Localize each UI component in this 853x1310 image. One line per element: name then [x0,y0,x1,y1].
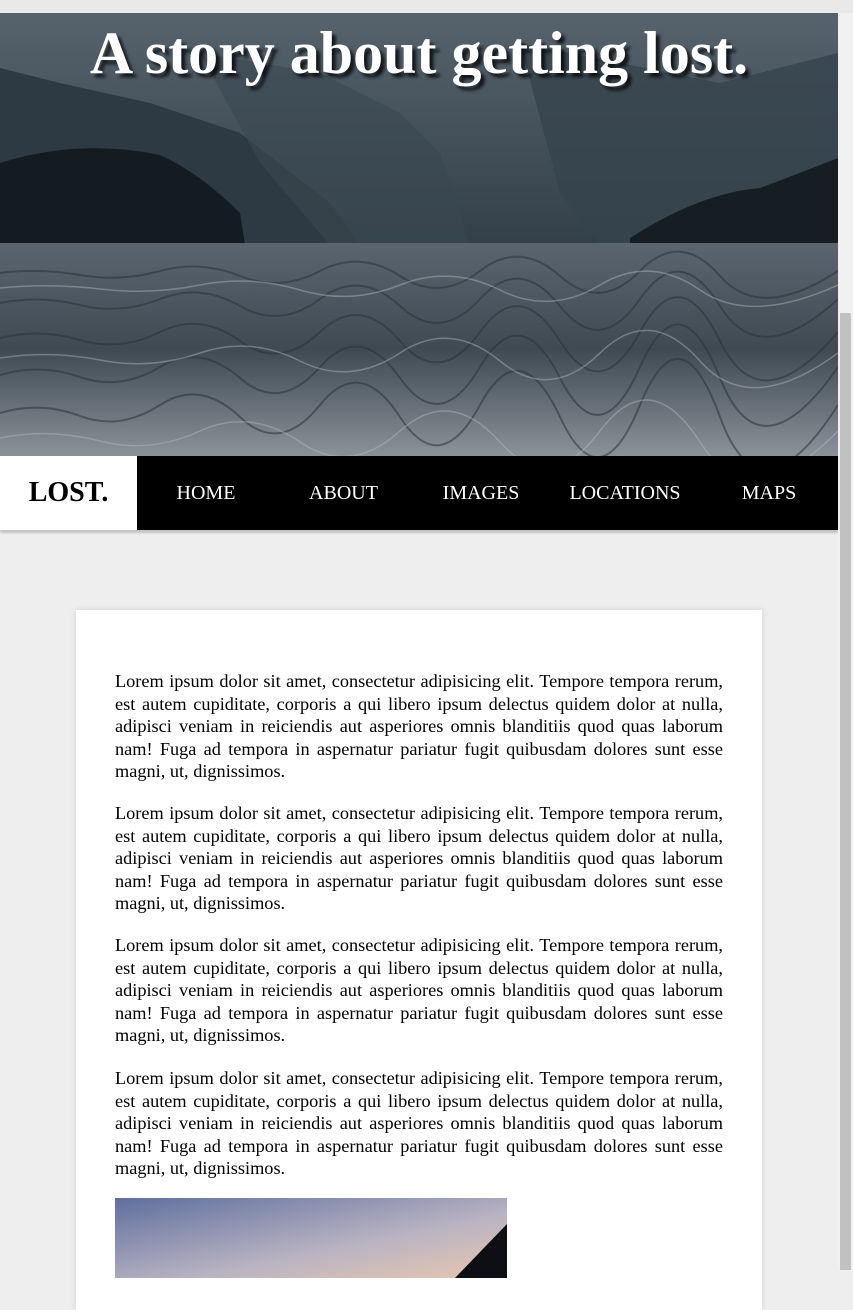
content-image [115,1198,507,1278]
nav-maps[interactable]: MAPS [700,456,838,530]
hero-title: A story about getting lost. [89,20,749,86]
content-card: Lorem ipsum dolor sit amet, consectetur … [76,610,762,1310]
paragraph-2: Lorem ipsum dolor sit amet, consectetur … [115,803,723,914]
hero-banner: A story about getting lost. [0,13,838,456]
nav-locations[interactable]: LOCATIONS [550,456,700,530]
main-navbar: LOST. HOME ABOUT IMAGES LOCATIONS MAPS [0,456,838,530]
scrollbar-thumb[interactable] [840,313,851,1270]
nav-home[interactable]: HOME [137,456,275,530]
paragraph-4: Lorem ipsum dolor sit amet, consectetur … [115,1068,723,1179]
brand-logo[interactable]: LOST. [0,456,137,530]
paragraph-3: Lorem ipsum dolor sit amet, consectetur … [115,935,723,1046]
nav-images[interactable]: IMAGES [412,456,550,530]
paragraph-1: Lorem ipsum dolor sit amet, consectetur … [115,671,723,782]
nav-about[interactable]: ABOUT [275,456,412,530]
top-strip [0,0,853,13]
